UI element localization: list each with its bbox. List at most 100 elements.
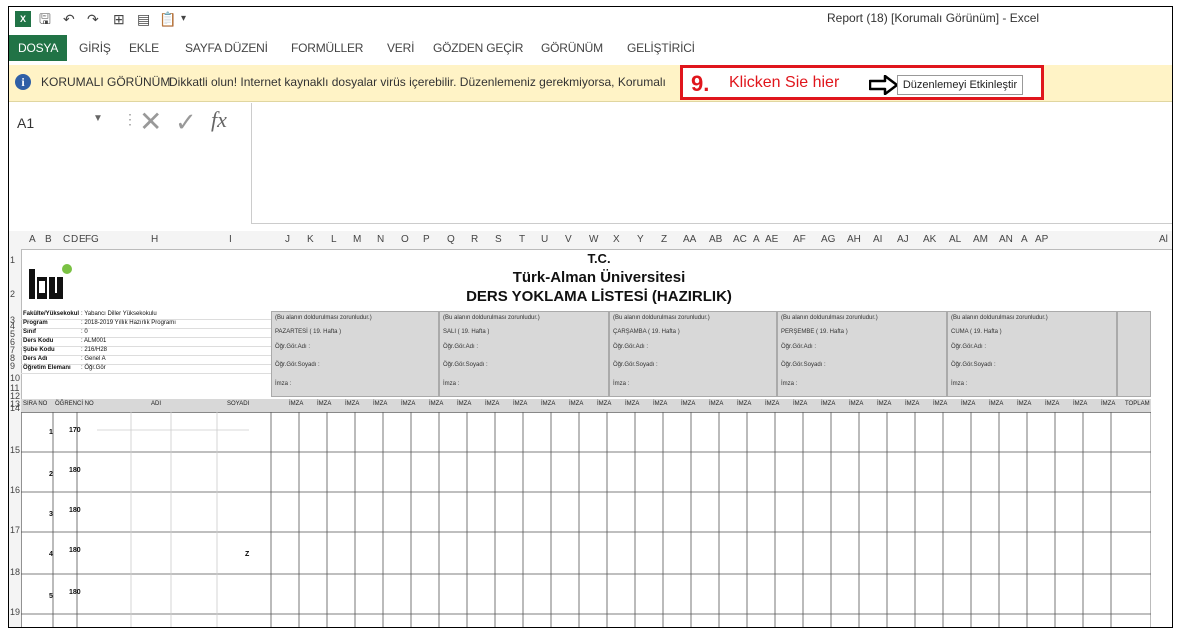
column-header[interactable]: Z — [661, 234, 667, 245]
header-signature: İMZA — [737, 401, 752, 407]
column-header[interactable]: U — [541, 234, 548, 245]
column-header[interactable]: AP — [1035, 234, 1048, 245]
column-header[interactable]: H — [151, 234, 158, 245]
tab-formulas[interactable]: FORMÜLLER — [283, 35, 371, 61]
column-header[interactable]: W — [589, 234, 598, 245]
row-header[interactable]: 15 — [10, 445, 20, 455]
column-header[interactable]: K — [307, 234, 314, 245]
day-label: SALI ( 19. Hafta ) — [443, 329, 490, 335]
protected-view-title: KORUMALI GÖRÜNÜM — [41, 75, 171, 89]
column-header[interactable]: M — [353, 234, 361, 245]
column-header[interactable]: AM — [973, 234, 988, 245]
column-header[interactable]: Al — [1159, 234, 1168, 245]
column-header[interactable]: C — [63, 234, 70, 245]
column-header[interactable]: AK — [923, 234, 936, 245]
column-header[interactable]: A — [753, 234, 760, 245]
day-note: (Bu alanın doldurulması zorunludur.) — [951, 315, 1048, 321]
undo-icon[interactable]: ↶ — [63, 10, 75, 28]
instruction-callout: 9. Klicken Sie hier Düzenlemeyi Etkinleş… — [680, 65, 1044, 100]
column-header[interactable]: AB — [709, 234, 722, 245]
column-header[interactable]: A — [1021, 234, 1028, 245]
column-header[interactable]: R — [471, 234, 478, 245]
column-header[interactable]: L — [331, 234, 337, 245]
column-header[interactable]: AH — [847, 234, 861, 245]
row-header[interactable]: 16 — [10, 485, 20, 495]
tab-home[interactable]: GİRİŞ — [71, 35, 119, 61]
day-label: CUMA ( 19. Hafta ) — [951, 329, 1002, 335]
customize-toolbar-icon[interactable]: ▾ — [181, 10, 186, 28]
table-icon[interactable]: ⊞ — [113, 10, 125, 28]
tab-data[interactable]: VERİ — [379, 35, 422, 61]
column-header[interactable]: A — [29, 234, 36, 245]
tab-file[interactable]: DOSYA — [9, 35, 68, 61]
teacher-name-label: Öğr.Gör.Adı : — [613, 344, 649, 350]
column-header[interactable]: P — [423, 234, 430, 245]
tab-view[interactable]: GÖRÜNÜM — [533, 35, 611, 61]
header-signature: İMZA — [765, 401, 780, 407]
formula-input[interactable] — [251, 103, 1172, 224]
column-header[interactable]: AI — [873, 234, 882, 245]
drag-handle-icon[interactable]: ⋮ — [123, 111, 137, 128]
tab-page-layout[interactable]: SAYFA DÜZENİ — [177, 35, 276, 61]
column-header[interactable]: T — [519, 234, 525, 245]
insert-function-icon[interactable]: fx — [211, 107, 227, 133]
column-header[interactable]: AL — [949, 234, 961, 245]
header-signature: İMZA — [877, 401, 892, 407]
header-student-no: ÖĞRENCİ NO — [55, 401, 94, 407]
student-id: 180 — [69, 507, 81, 514]
row-header[interactable]: 17 — [10, 525, 20, 535]
column-header[interactable]: G — [91, 234, 99, 245]
column-headers: A B C D E F G H I J K L M N O P Q R S T … — [9, 231, 1172, 250]
row-header[interactable]: 19 — [10, 607, 20, 617]
cancel-icon[interactable]: ✕ — [139, 105, 162, 138]
column-header[interactable]: O — [401, 234, 409, 245]
day-label: ÇARŞAMBA ( 19. Hafta ) — [613, 329, 680, 335]
teacher-name-label: Öğr.Gör.Adı : — [951, 344, 987, 350]
column-header[interactable]: AN — [999, 234, 1013, 245]
tab-review[interactable]: GÖZDEN GEÇİR — [425, 35, 531, 61]
day-label: PERŞEMBE ( 19. Hafta ) — [781, 329, 848, 335]
redo-icon[interactable]: ↷ — [87, 10, 99, 28]
column-header[interactable]: AE — [765, 234, 778, 245]
save-icon[interactable]: 🖫 — [39, 10, 51, 28]
column-header[interactable]: AG — [821, 234, 835, 245]
chevron-down-icon[interactable]: ▼ — [93, 113, 103, 124]
info-key: Fakülte/Yüksekokul — [23, 311, 80, 317]
header-signature: İMZA — [1045, 401, 1060, 407]
enable-editing-button[interactable]: Düzenlemeyi Etkinleştir — [897, 75, 1023, 95]
confirm-check-icon[interactable]: ✓ — [175, 107, 197, 138]
day-block-wednesday: (Bu alanın doldurulması zorunludur.) ÇAR… — [609, 311, 777, 397]
row-header[interactable]: 18 — [10, 567, 20, 577]
row-header[interactable]: 1 — [10, 255, 15, 265]
tab-insert[interactable]: EKLE — [121, 35, 167, 61]
column-header[interactable]: X — [613, 234, 620, 245]
column-header[interactable]: V — [565, 234, 572, 245]
column-header[interactable]: B — [45, 234, 52, 245]
row-header[interactable]: 14 — [10, 403, 20, 413]
column-header[interactable]: Q — [447, 234, 455, 245]
row-header[interactable]: 2 — [10, 289, 15, 299]
header-signature: İMZA — [933, 401, 948, 407]
paste-icon[interactable]: 📋 — [159, 10, 176, 28]
form-icon[interactable]: ▤ — [137, 10, 150, 28]
protected-view-message: Dikkatli olun! Internet kaynaklı dosyala… — [169, 75, 669, 89]
row-header[interactable]: 9 — [10, 361, 15, 371]
column-header[interactable]: AJ — [897, 234, 909, 245]
teacher-surname-label: Öğr.Gör.Soyadı : — [275, 362, 320, 368]
teacher-name-label: Öğr.Gör.Adı : — [781, 344, 817, 350]
tab-developer[interactable]: GELİŞTİRİCİ — [619, 35, 703, 61]
column-header[interactable]: I — [229, 234, 232, 245]
column-header[interactable]: Y — [637, 234, 644, 245]
column-header[interactable]: AC — [733, 234, 747, 245]
university-logo — [29, 264, 72, 299]
row-header[interactable]: 10 — [10, 373, 20, 383]
worksheet[interactable]: A B C D E F G H I J K L M N O P Q R S T … — [9, 231, 1172, 628]
column-header[interactable]: AF — [793, 234, 806, 245]
student-id: 180 — [69, 467, 81, 474]
column-header[interactable]: J — [285, 234, 290, 245]
column-header[interactable]: D — [71, 234, 78, 245]
column-header[interactable]: S — [495, 234, 502, 245]
column-header[interactable]: AA — [683, 234, 696, 245]
attendance-grid[interactable] — [21, 412, 1151, 628]
column-header[interactable]: N — [377, 234, 384, 245]
